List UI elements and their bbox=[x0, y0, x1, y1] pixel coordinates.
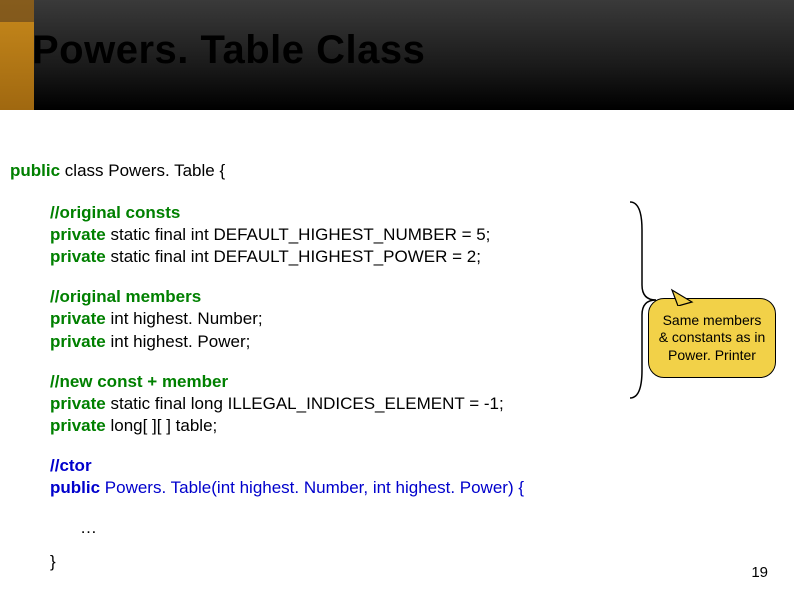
new1-rest: static final long ILLEGAL_INDICES_ELEMEN… bbox=[106, 394, 504, 413]
new2-rest: long[ ][ ] table; bbox=[106, 416, 218, 435]
class-declaration: public class Powers. Table { bbox=[10, 160, 784, 182]
ctor-block: //ctor public Powers. Table(int highest.… bbox=[50, 455, 784, 499]
kw-public: public bbox=[10, 161, 60, 180]
consts-block: //original consts private static final i… bbox=[50, 202, 784, 268]
kw-private: private bbox=[50, 309, 106, 328]
callout-line1: Same members bbox=[663, 312, 762, 328]
kw-private: private bbox=[50, 394, 106, 413]
close-brace: } bbox=[50, 551, 784, 573]
kw-private: private bbox=[50, 225, 106, 244]
mem1-rest: int highest. Number; bbox=[106, 309, 263, 328]
comment-new: //new const + member bbox=[50, 372, 228, 391]
class-name: Powers. Table { bbox=[108, 161, 225, 180]
kw-private: private bbox=[50, 416, 106, 435]
brown-strip bbox=[0, 0, 34, 22]
kw-private: private bbox=[50, 247, 106, 266]
kw-public: public bbox=[50, 478, 100, 497]
comment-consts: //original consts bbox=[50, 203, 180, 222]
mem2-rest: int highest. Power; bbox=[106, 332, 251, 351]
const1-rest: static final int DEFAULT_HIGHEST_NUMBER … bbox=[106, 225, 491, 244]
new-block: //new const + member private static fina… bbox=[50, 371, 784, 437]
slide-title: Powers. Table Class bbox=[32, 28, 425, 73]
kw-private: private bbox=[50, 332, 106, 351]
callout-box: Same members & constants as in Power. Pr… bbox=[648, 298, 776, 378]
ctor-rest: Powers. Table(int highest. Number, int h… bbox=[100, 478, 524, 497]
comment-ctor: //ctor bbox=[50, 456, 92, 475]
kw-class: class bbox=[65, 161, 104, 180]
comment-members: //original members bbox=[50, 287, 201, 306]
const2-rest: static final int DEFAULT_HIGHEST_POWER =… bbox=[106, 247, 481, 266]
callout-line3: Power. Printer bbox=[668, 347, 756, 363]
ellipsis: … bbox=[80, 517, 784, 539]
page-number: 19 bbox=[751, 564, 768, 581]
callout-line2: & constants as in bbox=[659, 329, 766, 345]
callout-tail-icon bbox=[670, 288, 696, 306]
